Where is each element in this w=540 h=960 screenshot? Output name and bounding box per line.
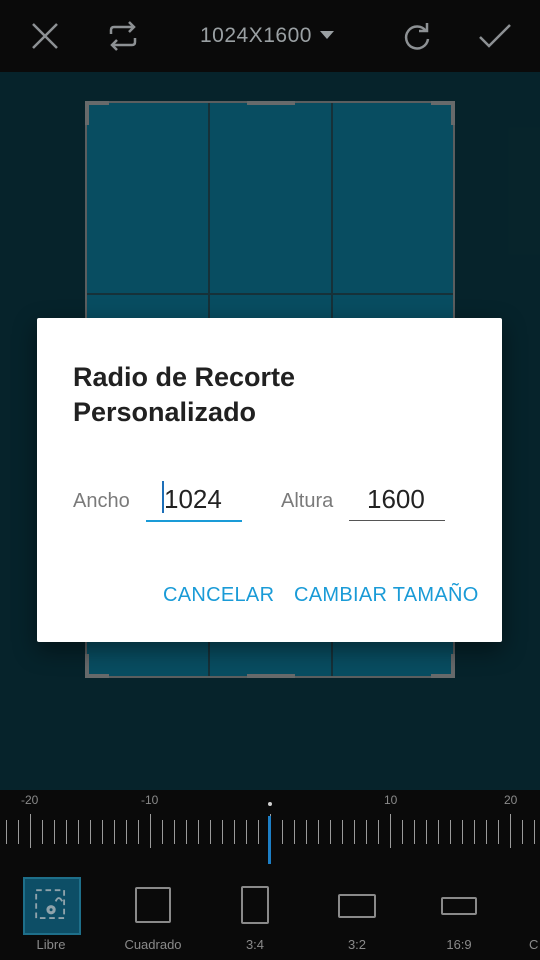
ruler-tick bbox=[486, 820, 487, 844]
ruler-center-dot bbox=[268, 802, 272, 806]
ruler-tick bbox=[234, 820, 235, 844]
ruler-tick bbox=[306, 820, 307, 844]
ruler-tick bbox=[414, 820, 415, 844]
ruler-tick bbox=[510, 814, 511, 848]
check-icon[interactable] bbox=[477, 18, 513, 54]
aspect-label: 3:2 bbox=[347, 937, 367, 952]
ruler-tick bbox=[210, 820, 211, 844]
ruler-tick bbox=[318, 820, 319, 844]
ruler-tick bbox=[30, 814, 31, 848]
height-input[interactable] bbox=[349, 478, 463, 520]
close-icon[interactable] bbox=[27, 18, 63, 54]
rotation-indicator[interactable] bbox=[268, 816, 271, 864]
chevron-down-icon[interactable] bbox=[320, 31, 334, 39]
wide-ratio-icon bbox=[441, 897, 477, 915]
width-label: Ancho bbox=[73, 490, 130, 512]
ruler-tick bbox=[438, 820, 439, 844]
cancel-button[interactable]: CANCELAR bbox=[163, 584, 274, 607]
square-icon bbox=[135, 887, 171, 923]
ruler-tick bbox=[102, 820, 103, 844]
ruler-tick bbox=[426, 820, 427, 844]
landscape-ratio-icon bbox=[338, 894, 376, 918]
ruler-tick bbox=[390, 814, 391, 848]
crop-size-title[interactable]: 1024X1600 bbox=[200, 22, 312, 50]
free-crop-icon bbox=[23, 877, 81, 935]
ruler-tick bbox=[162, 820, 163, 844]
ruler-tick bbox=[54, 820, 55, 844]
aspect-label: 3:4 bbox=[245, 937, 265, 952]
ruler-tick bbox=[330, 820, 331, 844]
ruler-tick bbox=[522, 820, 523, 844]
ruler-tick bbox=[138, 820, 139, 844]
text-cursor bbox=[162, 481, 164, 513]
aspect-cuadrado[interactable]: Cuadrado bbox=[103, 865, 203, 960]
aspect-label: Cuadrado bbox=[124, 937, 182, 952]
ruler-tick bbox=[66, 820, 67, 844]
ruler-label: 10 bbox=[384, 793, 398, 807]
ruler-tick bbox=[222, 820, 223, 844]
ruler-tick bbox=[474, 820, 475, 844]
ruler-label: 20 bbox=[504, 793, 518, 807]
dialog-title: Radio de Recorte Personalizado bbox=[73, 362, 296, 427]
ruler-tick bbox=[366, 820, 367, 844]
ruler-tick bbox=[462, 820, 463, 844]
ruler-tick bbox=[402, 820, 403, 844]
ruler-tick bbox=[114, 820, 115, 844]
aspect-3-4[interactable]: 3:4 bbox=[205, 865, 305, 960]
ruler-tick bbox=[198, 820, 199, 844]
aspect-label: C bbox=[529, 937, 539, 952]
ruler-tick bbox=[42, 820, 43, 844]
aspect-more[interactable]: C bbox=[511, 865, 540, 960]
height-label: Altura bbox=[281, 490, 334, 512]
width-input-underline bbox=[146, 520, 242, 522]
ruler-tick bbox=[378, 820, 379, 844]
ruler-tick bbox=[282, 820, 283, 844]
resize-button[interactable]: CAMBIAR TAMAÑO bbox=[294, 584, 479, 607]
ruler-tick bbox=[150, 814, 151, 848]
ruler-label: -10 bbox=[141, 793, 159, 807]
ruler-tick bbox=[18, 820, 19, 844]
ruler-tick bbox=[354, 820, 355, 844]
top-toolbar: 1024X1600 bbox=[0, 0, 540, 72]
ruler-tick bbox=[450, 820, 451, 844]
ruler-tick bbox=[258, 820, 259, 844]
swap-icon[interactable] bbox=[105, 18, 141, 54]
ruler-tick bbox=[6, 820, 7, 844]
redo-icon[interactable] bbox=[399, 18, 435, 54]
ruler-tick bbox=[174, 820, 175, 844]
aspect-16-9[interactable]: 16:9 bbox=[409, 865, 509, 960]
ruler-tick bbox=[186, 820, 187, 844]
ruler-tick bbox=[294, 820, 295, 844]
ruler-tick bbox=[126, 820, 127, 844]
portrait-ratio-icon bbox=[241, 886, 269, 924]
aspect-libre[interactable]: Libre bbox=[1, 865, 101, 960]
aspect-ratio-bar: Libre Cuadrado 3:4 3:2 16:9 C bbox=[0, 865, 540, 960]
aspect-label: 16:9 bbox=[446, 937, 472, 952]
ruler-tick bbox=[498, 820, 499, 844]
height-input-underline bbox=[349, 520, 445, 521]
ruler-tick bbox=[534, 820, 535, 844]
ruler-label: -20 bbox=[21, 793, 39, 807]
ruler-tick bbox=[342, 820, 343, 844]
aspect-label: Libre bbox=[36, 937, 66, 952]
ruler-tick bbox=[246, 820, 247, 844]
aspect-3-2[interactable]: 3:2 bbox=[307, 865, 407, 960]
ruler-tick bbox=[90, 820, 91, 844]
rotation-ruler[interactable]: -20 -10 10 20 bbox=[0, 790, 540, 865]
custom-crop-ratio-dialog: Radio de Recorte Personalizado Ancho Alt… bbox=[37, 318, 502, 642]
ruler-tick bbox=[78, 820, 79, 844]
